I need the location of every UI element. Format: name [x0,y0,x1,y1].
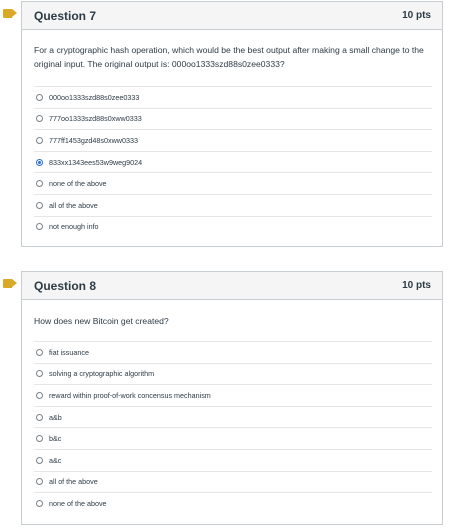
answer-label: 833xx1343ees53w9weg9024 [49,157,143,167]
answer-label: fiat issuance [49,347,89,357]
radio-button[interactable] [36,136,43,144]
radio-button[interactable] [36,435,43,443]
radio-button[interactable] [36,348,43,356]
answer-label: all of the above [49,477,98,487]
answer-label: b&c [49,434,62,444]
answer-label: 000oo1333szd88s0zee0333 [49,92,140,102]
question-7-flag-icon[interactable] [3,9,17,18]
answer-option[interactable]: fiat issuance [34,341,432,363]
question-7-title: Question 7 [34,8,97,23]
answer-option[interactable]: b&c [34,427,432,449]
radio-button[interactable] [36,391,43,399]
question-8-answers: fiat issuance solving a cryptographic al… [34,341,432,514]
question-7-text: For a cryptographic hash operation, whic… [34,45,424,69]
answer-label: reward within proof-of-work concensus me… [49,390,211,400]
answer-option[interactable]: a&b [34,405,432,428]
answer-label: a&c [49,455,62,465]
answer-label: not enough info [49,222,99,232]
question-8-text: How does new Bitcoin get created? [34,316,169,326]
answer-label: none of the above [49,498,107,508]
answer-label: none of the above [49,179,107,189]
radio-button[interactable] [36,115,43,123]
radio-button[interactable] [36,413,43,421]
radio-button[interactable] [36,223,43,231]
answer-option[interactable]: a&c [34,448,432,471]
answer-option[interactable]: reward within proof-of-work concensus me… [34,384,432,406]
answer-option-selected[interactable]: 833xx1343ees53w9weg9024 [34,150,432,173]
radio-button[interactable] [36,370,43,378]
question-8-flag-icon[interactable] [3,279,17,288]
answer-option[interactable]: all of the above [34,470,432,493]
question-7-points: 10 pts [402,10,431,21]
question-7-answers: 000oo1333szd88s0zee0333 777oo1333szd88s0… [34,86,432,237]
question-8-title: Question 8 [34,278,97,293]
radio-button[interactable] [36,478,43,486]
radio-button[interactable] [36,499,43,507]
radio-button[interactable] [36,456,43,464]
answer-label: a&b [49,412,62,422]
answer-label: 777oo1333szd88s0xww0333 [49,114,142,124]
radio-button[interactable] [36,201,43,209]
radio-button[interactable] [36,93,43,101]
answer-label: all of the above [49,200,98,210]
answer-option[interactable]: none of the above [34,172,432,194]
radio-button[interactable] [36,180,43,188]
answer-option[interactable]: 777oo1333szd88s0xww0333 [34,107,432,130]
answer-label: solving a cryptographic algorithm [49,369,155,379]
question-8-header: Question 8 10 pts [22,272,442,300]
question-8-points: 10 pts [402,280,431,291]
answer-option[interactable]: all of the above [34,193,432,216]
question-8-card: Question 8 10 pts How does new Bitcoin g… [21,271,443,525]
answer-option[interactable]: not enough info [34,215,432,238]
answer-option[interactable]: 000oo1333szd88s0zee0333 [34,86,432,108]
question-7-header: Question 7 10 pts [22,2,442,30]
answer-label: 777ff1453gzd48s0xww0333 [49,135,138,145]
answer-option[interactable]: none of the above [34,492,432,514]
question-7-card: Question 7 10 pts For a cryptographic ha… [21,1,443,247]
answer-option[interactable]: solving a cryptographic algorithm [34,362,432,385]
radio-button-selected[interactable] [36,158,43,166]
answer-option[interactable]: 777ff1453gzd48s0xww0333 [34,129,432,151]
